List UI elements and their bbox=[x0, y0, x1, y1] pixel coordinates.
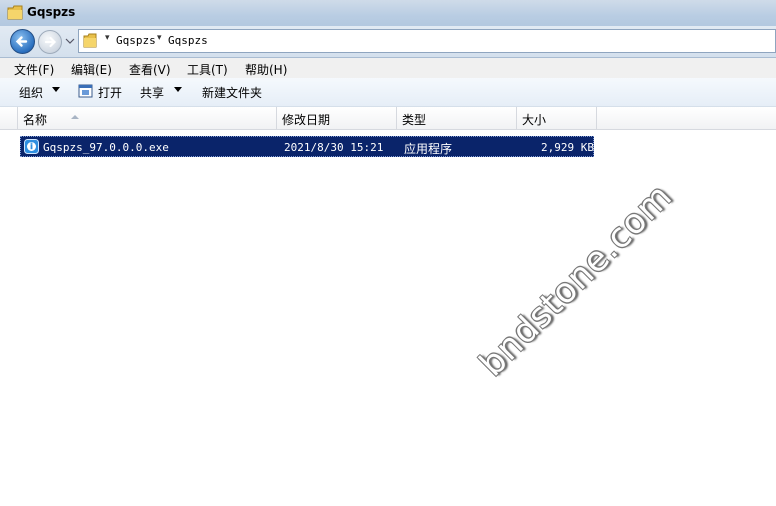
back-button[interactable] bbox=[10, 29, 35, 54]
file-date: 2021/8/30 15:21 bbox=[284, 141, 384, 154]
back-arrow-icon bbox=[15, 36, 28, 47]
application-icon bbox=[24, 139, 39, 154]
menu-bar: 文件(F) 编辑(E) 查看(V) 工具(T) 帮助(H) bbox=[0, 58, 776, 78]
column-date[interactable]: 修改日期 bbox=[277, 107, 397, 129]
column-size[interactable]: 大小 bbox=[517, 107, 597, 129]
title-bar: Gqspzs bbox=[0, 0, 776, 27]
file-type: 应用程序 bbox=[404, 142, 453, 156]
breadcrumb-item[interactable]: Gqspzs bbox=[116, 34, 156, 47]
open-button[interactable]: 打开 bbox=[98, 84, 122, 101]
menu-file[interactable]: 文件(F) bbox=[14, 61, 54, 78]
table-row[interactable]: Gqspzs_97.0.0.0.exe 2021/8/30 15:21 应用程序… bbox=[20, 136, 594, 157]
column-date-label: 修改日期 bbox=[282, 113, 331, 127]
recent-pages-chevron-icon[interactable] bbox=[64, 35, 76, 47]
address-row: ▾ Gqspzs ▾ Gqspzs bbox=[0, 26, 776, 58]
menu-tools[interactable]: 工具(T) bbox=[187, 61, 228, 78]
column-name[interactable]: 名称 bbox=[17, 107, 277, 129]
file-list[interactable]: 名称 修改日期 类型 大小 Gqspzs_97.0.0.0.exe 2021/8… bbox=[0, 107, 776, 506]
column-type-label: 类型 bbox=[402, 113, 427, 127]
column-name-label: 名称 bbox=[23, 113, 48, 127]
organize-dropdown-icon[interactable] bbox=[52, 87, 60, 92]
address-bar[interactable]: ▾ Gqspzs ▾ Gqspzs bbox=[78, 29, 776, 53]
share-dropdown-icon[interactable] bbox=[174, 87, 182, 92]
new-folder-button[interactable]: 新建文件夹 bbox=[202, 84, 262, 101]
folder-icon bbox=[83, 33, 97, 48]
breadcrumb-item[interactable]: Gqspzs bbox=[168, 34, 208, 47]
file-name: Gqspzs_97.0.0.0.exe bbox=[43, 141, 169, 154]
column-type[interactable]: 类型 bbox=[397, 107, 517, 129]
sort-ascending-icon bbox=[71, 115, 79, 119]
menu-view[interactable]: 查看(V) bbox=[129, 61, 171, 78]
menu-help[interactable]: 帮助(H) bbox=[245, 61, 287, 78]
organize-button[interactable]: 组织 bbox=[19, 84, 43, 101]
forward-button[interactable] bbox=[38, 30, 62, 54]
breadcrumb-arrow-icon[interactable]: ▾ bbox=[157, 33, 162, 43]
forward-arrow-icon bbox=[44, 36, 57, 48]
folder-icon bbox=[7, 5, 23, 20]
column-size-label: 大小 bbox=[522, 113, 547, 127]
command-bar: 组织 打开 共享 新建文件夹 bbox=[0, 78, 776, 107]
column-header-row: 名称 修改日期 类型 大小 bbox=[0, 107, 776, 130]
open-icon bbox=[78, 84, 93, 98]
share-button[interactable]: 共享 bbox=[140, 84, 164, 101]
file-size: 2,929 KB bbox=[541, 141, 594, 154]
menu-edit[interactable]: 编辑(E) bbox=[71, 61, 112, 78]
breadcrumb-arrow-icon[interactable]: ▾ bbox=[105, 33, 110, 43]
window-title: Gqspzs bbox=[27, 5, 76, 19]
